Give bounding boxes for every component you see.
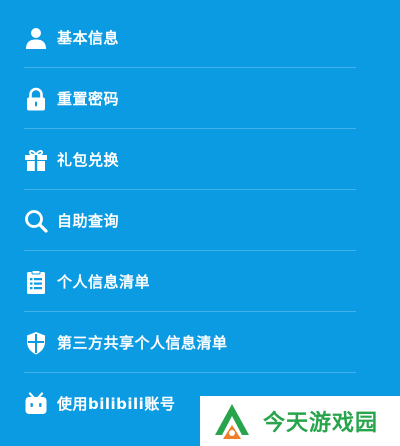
menu-item-personal-info-list[interactable]: 个人信息清单 (0, 251, 400, 312)
menu-item-basic-info[interactable]: 基本信息 (0, 7, 400, 68)
shield-icon (24, 331, 48, 355)
menu-item-self-query[interactable]: 自助查询 (0, 190, 400, 251)
menu-item-label: 自助查询 (57, 212, 120, 230)
lock-icon (24, 87, 48, 111)
menu-item-label: 重置密码 (57, 90, 120, 108)
bilibili-tv-icon (24, 391, 48, 416)
menu-item-label: 个人信息清单 (57, 273, 151, 291)
user-icon (24, 26, 48, 50)
menu-item-reset-password[interactable]: 重置密码 (0, 68, 400, 129)
menu-item-third-party-sharing-list[interactable]: 第三方共享个人信息清单 (0, 312, 400, 373)
menu-item-label: 基本信息 (57, 29, 120, 47)
menu-item-label: 使用bilibili账号 (57, 395, 176, 413)
search-icon (24, 209, 48, 233)
menu-item-gift-redeem[interactable]: 礼包兑换 (0, 129, 400, 190)
watermark-logo-icon (213, 401, 251, 441)
clipboard-list-icon (24, 269, 48, 294)
menu-item-label: 礼包兑换 (57, 151, 120, 169)
gift-icon (24, 148, 48, 172)
watermark-text: 今天游戏园 (263, 411, 379, 436)
watermark: 今天游戏园 (200, 396, 400, 446)
menu-item-label: 第三方共享个人信息清单 (57, 334, 228, 352)
account-menu: 基本信息 重置密码 礼包兑换 自助查询 个人信息清单 第三方共享个人信息清单 使… (0, 7, 400, 434)
